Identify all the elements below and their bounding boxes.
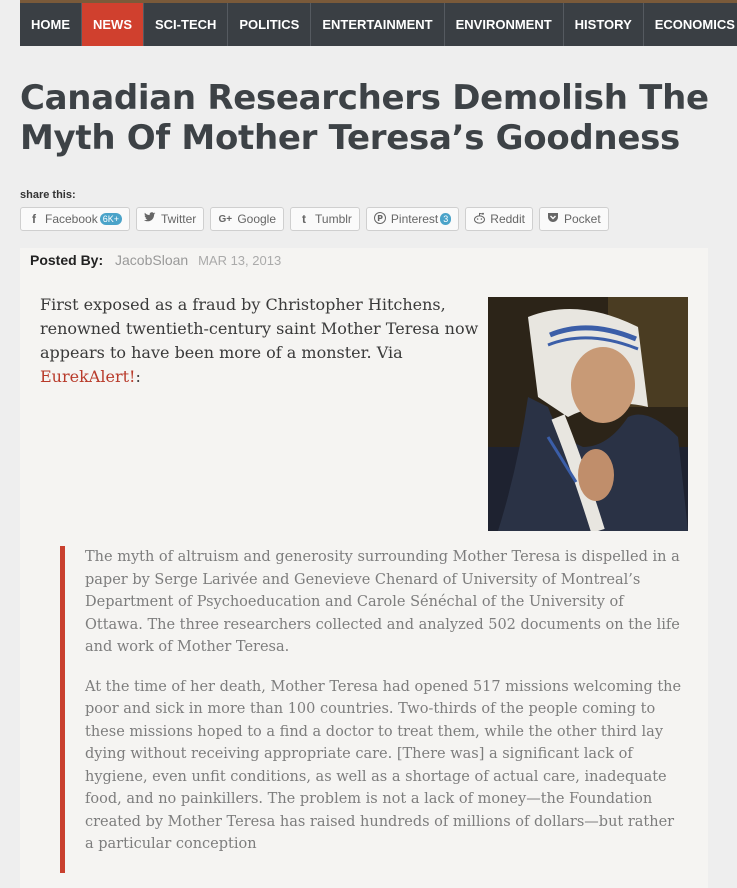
share-pocket-label: Pocket bbox=[563, 212, 601, 226]
facebook-count-badge: 6K+ bbox=[99, 213, 122, 225]
share-twitter-label: Twitter bbox=[160, 212, 197, 226]
tumblr-icon: t bbox=[302, 212, 307, 226]
share-pocket-button[interactable]: Pocket bbox=[538, 207, 609, 231]
intro-text: First exposed as a fraud by Christopher … bbox=[40, 295, 479, 362]
blockquote: The myth of altruism and generosity surr… bbox=[60, 546, 685, 873]
svg-text:P: P bbox=[377, 214, 383, 223]
pocket-icon bbox=[547, 212, 559, 226]
mother-teresa-photo bbox=[488, 297, 688, 531]
share-facebook-button[interactable]: f Facebook 6K+ bbox=[20, 207, 130, 231]
posted-by-label: Posted By: bbox=[30, 252, 104, 268]
eurekalert-link[interactable]: EurekAlert! bbox=[40, 367, 135, 386]
post-body: Posted By: JacobSloan MAR 13, 2013 First… bbox=[20, 248, 708, 888]
nav-politics[interactable]: POLITICS bbox=[228, 3, 312, 46]
nav-sci-tech[interactable]: SCI-TECH bbox=[144, 3, 229, 46]
post-date: MAR 13, 2013 bbox=[198, 253, 282, 268]
main-nav: HOME NEWS SCI-TECH POLITICS ENTERTAINMEN… bbox=[20, 3, 737, 46]
pinterest-icon: P bbox=[373, 211, 386, 227]
share-pinterest-label: Pinterest bbox=[390, 212, 439, 226]
share-pinterest-button[interactable]: P Pinterest 3 bbox=[365, 207, 460, 231]
facebook-icon: f bbox=[32, 212, 36, 226]
twitter-icon bbox=[143, 212, 156, 226]
intro-colon: : bbox=[135, 367, 141, 386]
pinterest-count-badge: 3 bbox=[440, 213, 452, 225]
share-tumblr-button[interactable]: t Tumblr bbox=[290, 207, 360, 231]
share-google-label: Google bbox=[237, 212, 277, 226]
nav-environment[interactable]: ENVIRONMENT bbox=[445, 3, 564, 46]
article-photo bbox=[488, 297, 688, 531]
quote-paragraph-1: The myth of altruism and generosity surr… bbox=[85, 549, 680, 655]
reddit-icon bbox=[473, 212, 486, 227]
share-reddit-button[interactable]: Reddit bbox=[465, 207, 533, 231]
share-label: share this: bbox=[20, 189, 76, 201]
intro-paragraph: First exposed as a fraud by Christopher … bbox=[40, 293, 480, 389]
article-title: Canadian Researchers Demolish The Myth O… bbox=[20, 78, 709, 158]
nav-economics[interactable]: ECONOMICS bbox=[644, 3, 737, 46]
share-buttons: f Facebook 6K+ Twitter G+ Google t Tumbl… bbox=[20, 207, 609, 231]
post-meta: Posted By: JacobSloan MAR 13, 2013 bbox=[30, 252, 281, 268]
nav-history[interactable]: HISTORY bbox=[564, 3, 644, 46]
share-google-button[interactable]: G+ Google bbox=[210, 207, 285, 231]
share-twitter-button[interactable]: Twitter bbox=[135, 207, 205, 231]
nav-home[interactable]: HOME bbox=[20, 3, 82, 46]
quote-paragraph-2: At the time of her death, Mother Teresa … bbox=[85, 678, 682, 853]
nav-entertainment[interactable]: ENTERTAINMENT bbox=[311, 3, 445, 46]
share-facebook-label: Facebook bbox=[45, 212, 98, 226]
google-plus-icon: G+ bbox=[218, 213, 233, 225]
share-reddit-label: Reddit bbox=[490, 212, 525, 226]
nav-news[interactable]: NEWS bbox=[82, 3, 144, 46]
author-link[interactable]: JacobSloan bbox=[115, 252, 188, 268]
share-tumblr-label: Tumblr bbox=[315, 212, 352, 226]
